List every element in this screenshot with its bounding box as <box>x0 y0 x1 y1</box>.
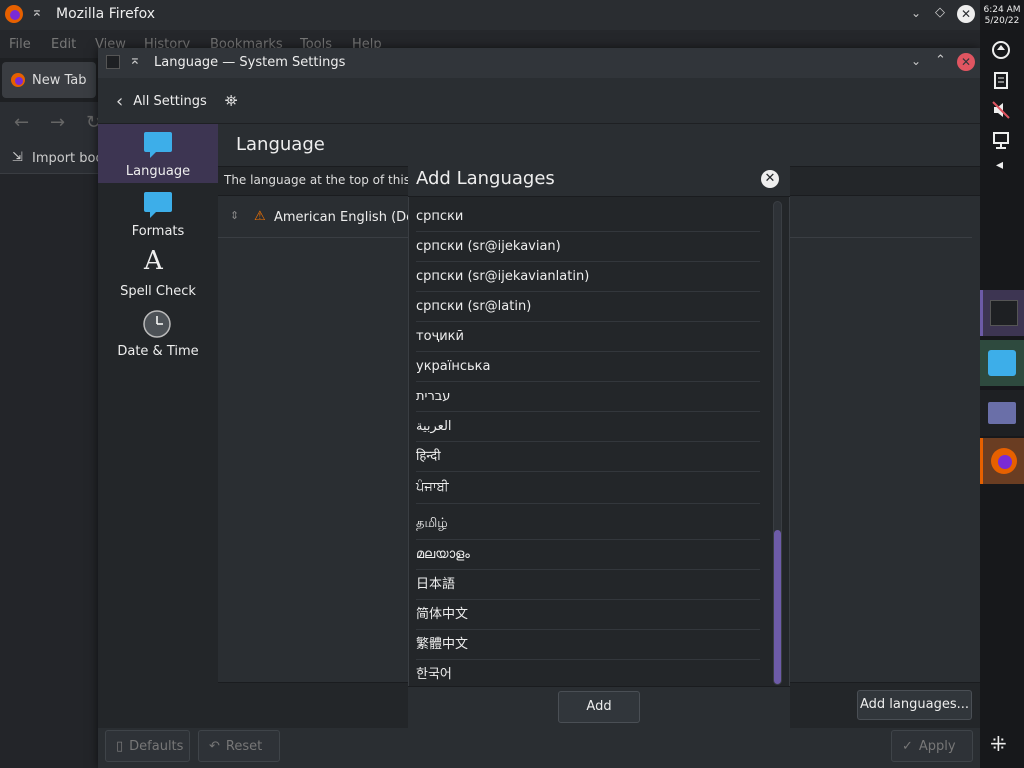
sidebar-item-label: Language <box>125 164 191 179</box>
forward-arrow-icon[interactable]: → <box>50 112 65 133</box>
apply-label: Apply <box>918 738 956 754</box>
list-item[interactable]: српски (sr@latin) <box>416 292 760 322</box>
clock-time: 6:24 AM <box>983 5 1021 15</box>
all-settings-label: All Settings <box>133 93 207 109</box>
reset-label: Reset <box>225 738 263 754</box>
add-languages-button[interactable]: Add languages... <box>857 690 972 720</box>
import-bookmarks-link[interactable]: Import boo <box>32 151 103 166</box>
all-settings-button[interactable]: ‹ All Settings ⛯ <box>116 86 238 116</box>
list-item[interactable]: српски (sr@ijekavianlatin) <box>416 262 760 292</box>
spell-check-icon: A <box>144 246 163 276</box>
sidebar-item-label: Date & Time <box>117 344 199 359</box>
list-item[interactable]: 한국어 <box>416 660 760 684</box>
sidebar-item-language[interactable]: Language <box>98 124 218 183</box>
list-scrollbar-thumb[interactable] <box>774 530 781 684</box>
checkmark-icon: ✓ <box>902 738 913 754</box>
expand-tray-icon[interactable]: ◂ <box>996 157 1003 173</box>
list-item[interactable]: 日本語 <box>416 570 760 600</box>
firefox-logo-icon <box>991 448 1017 474</box>
list-item[interactable]: العربية <box>416 412 760 442</box>
clock-icon <box>143 310 171 338</box>
chevron-left-icon: ‹ <box>116 90 124 112</box>
list-item[interactable]: српски (sr@ijekavian) <box>416 232 760 262</box>
defaults-button[interactable]: ▯ Defaults <box>105 730 190 762</box>
speech-bubble-icon <box>144 132 172 158</box>
store-bag-icon <box>988 350 1016 376</box>
configured-language-label: American English (Def <box>274 210 419 225</box>
add-button[interactable]: Add <box>558 691 640 723</box>
sidebar-item-date-time[interactable]: Date & Time <box>98 304 218 364</box>
warning-icon: ⚠ <box>254 209 266 224</box>
page-title: Language <box>236 134 325 155</box>
speech-bubble-icon <box>144 192 172 218</box>
dialog-title: Add Languages <box>416 168 555 189</box>
menu-file[interactable]: File <box>9 37 31 52</box>
tab-label: New Tab <box>32 73 87 88</box>
sidebar-item-label: Spell Check <box>120 284 196 299</box>
task-file-manager[interactable] <box>980 390 1024 436</box>
list-item[interactable]: українська <box>416 352 760 382</box>
muted-speaker-icon[interactable] <box>990 99 1012 121</box>
maximize-icon[interactable]: ◇ <box>935 5 945 20</box>
list-item[interactable]: 简体中文 <box>416 600 760 630</box>
settings-window-title: Language — System Settings <box>154 55 346 70</box>
sidebar-item-spell-check[interactable]: A Spell Check <box>98 244 218 304</box>
language-list: српски српски (sr@ijekavian) српски (sr@… <box>410 202 766 684</box>
application-launcher-icon[interactable]: ⁜ <box>990 732 1007 756</box>
list-item[interactable]: ਪੰਜਾਬੀ <box>416 472 760 504</box>
reset-button[interactable]: ↶ Reset <box>198 730 280 762</box>
list-item[interactable]: עברית <box>416 382 760 412</box>
list-item[interactable]: മലയാളം <box>416 540 760 570</box>
firefox-logo-icon <box>5 5 23 23</box>
clipboard-icon[interactable] <box>990 69 1012 91</box>
minimize-icon[interactable]: ⌄ <box>911 54 921 68</box>
dialog-close-icon[interactable]: ✕ <box>761 170 779 188</box>
back-arrow-icon[interactable]: ← <box>14 112 29 133</box>
close-icon[interactable]: ✕ <box>957 5 975 23</box>
task-firefox[interactable] <box>980 438 1024 484</box>
task-discover[interactable] <box>980 340 1024 386</box>
list-item[interactable]: тоҷикӣ <box>416 322 760 352</box>
import-icon: ⇲ <box>12 150 23 165</box>
keep-above-icon[interactable]: ⌅ <box>31 4 43 20</box>
firefox-tab-icon <box>11 73 25 87</box>
list-item[interactable]: 繁體中文 <box>416 630 760 660</box>
keep-above-icon[interactable]: ⌅ <box>129 52 141 68</box>
sidebar-item-formats[interactable]: Formats <box>98 184 218 244</box>
close-icon[interactable]: ✕ <box>957 53 975 71</box>
undo-icon: ↶ <box>209 738 220 754</box>
maximize-icon[interactable]: ⌃ <box>935 53 946 68</box>
firefox-titlebar: ⌅ Mozilla Firefox ⌄ ◇ ✕ <box>0 0 980 30</box>
document-icon: ▯ <box>116 738 124 754</box>
drag-handle-icon[interactable]: ⇕ <box>230 209 239 222</box>
page-description: The language at the top of this <box>224 173 410 187</box>
apply-button[interactable]: ✓ Apply <box>891 730 973 762</box>
help-lifebuoy-icon[interactable]: ⛯ <box>225 91 238 111</box>
list-item[interactable]: हिन्दी <box>416 442 760 472</box>
list-item[interactable]: தமிழ் <box>416 504 760 540</box>
menu-edit[interactable]: Edit <box>51 37 76 52</box>
defaults-label: Defaults <box>129 738 184 754</box>
update-icon[interactable] <box>990 39 1012 61</box>
digital-clock[interactable]: 6:24 AM 5/20/22 <box>982 5 1022 27</box>
window-title: Mozilla Firefox <box>56 6 156 22</box>
sidebar-item-label: Formats <box>131 224 185 239</box>
task-system-settings[interactable] <box>980 290 1024 336</box>
folder-icon <box>988 402 1016 424</box>
clock-date: 5/20/22 <box>984 16 1020 26</box>
list-item[interactable]: српски <box>416 202 760 232</box>
settings-app-icon <box>990 300 1018 326</box>
settings-app-icon <box>106 55 120 69</box>
minimize-icon[interactable]: ⌄ <box>911 6 921 20</box>
network-icon[interactable] <box>990 129 1012 151</box>
